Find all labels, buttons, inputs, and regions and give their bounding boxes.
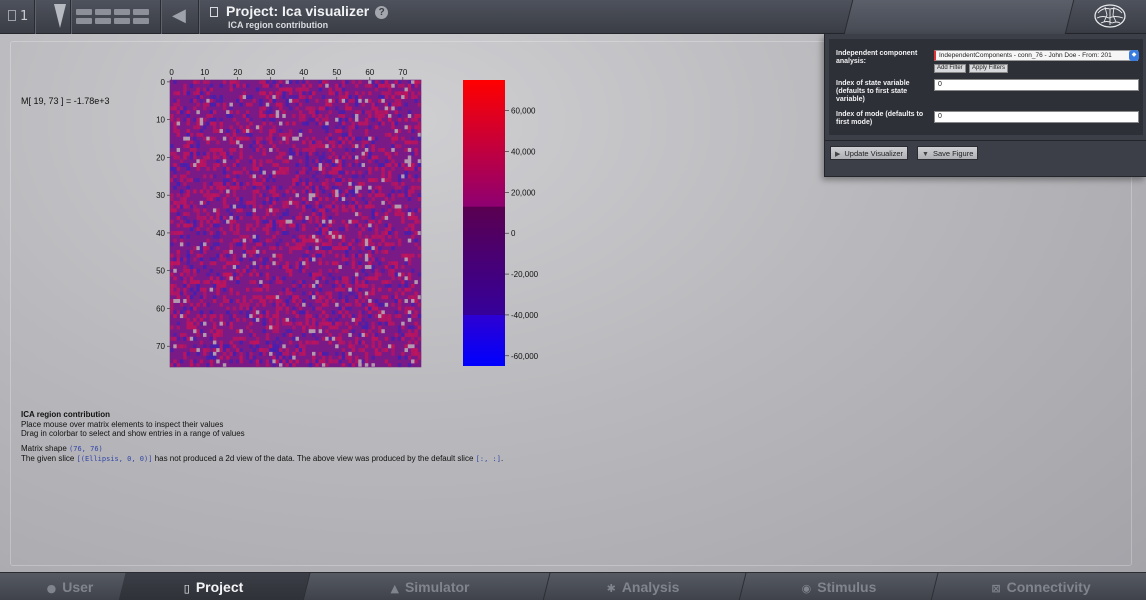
filter-fields: Independent component analysis: Independ… bbox=[829, 39, 1143, 135]
y-tick-label: 30 bbox=[156, 191, 165, 200]
select-arrow-icon[interactable]: ◆ bbox=[1129, 50, 1139, 61]
divider bbox=[160, 0, 161, 34]
colorbar-tick-label: 20,000 bbox=[511, 188, 536, 197]
document-icon: ▯ bbox=[183, 582, 191, 595]
filter-funnel-icon[interactable] bbox=[54, 4, 66, 28]
info-hint-drag: Drag in colorbar to select and show entr… bbox=[21, 429, 245, 438]
divider bbox=[70, 0, 71, 34]
page-title: Project: Ica visualizer? bbox=[210, 3, 389, 19]
info-hint-hover: Place mouse over matrix elements to insp… bbox=[21, 419, 224, 429]
nav-analysis[interactable]: ✱ Analysis bbox=[548, 573, 738, 600]
colorbar-selection[interactable] bbox=[463, 206, 505, 315]
page-subtitle: ICA region contribution bbox=[228, 20, 329, 30]
matrix-shape-value: (76, 76) bbox=[69, 444, 103, 453]
flask-icon: ▲ bbox=[390, 582, 399, 595]
y-tick-label: 10 bbox=[156, 116, 165, 125]
apply-filters-button[interactable]: Apply Filters bbox=[969, 64, 1009, 73]
nav-project[interactable]: ▯ Project bbox=[118, 573, 310, 600]
nav-simulator[interactable]: ▲ Simulator bbox=[320, 573, 540, 600]
x-tick-label: 70 bbox=[398, 68, 407, 77]
document-icon bbox=[210, 7, 218, 17]
x-tick-label: 0 bbox=[169, 68, 174, 77]
default-slice-code: [:, :] bbox=[475, 455, 501, 463]
back-arrow-icon[interactable]: ◀ bbox=[172, 5, 186, 26]
top-bar: 1 ◀ Project: Ica visualizer? ICA region … bbox=[0, 0, 1146, 34]
document-icon bbox=[8, 10, 16, 21]
x-tick-label: 20 bbox=[233, 68, 242, 77]
divider bbox=[198, 0, 199, 34]
x-tick-label: 10 bbox=[200, 68, 209, 77]
nav-stimulus[interactable]: ◉ Stimulus bbox=[744, 573, 934, 600]
nav-connectivity[interactable]: ⊠ Connectivity bbox=[936, 573, 1146, 600]
y-tick-label: 70 bbox=[156, 342, 165, 351]
colorbar[interactable]: 60,000 40,000 20,000 0 -20,000 -40,000 -60,000 bbox=[450, 70, 560, 370]
pin-icon: ◉ bbox=[801, 582, 812, 595]
x-tick-label: 40 bbox=[299, 68, 308, 77]
matrix-shape-line: Matrix shape (76, 76) bbox=[21, 443, 103, 453]
x-tick-label: 30 bbox=[266, 68, 275, 77]
save-figure-button[interactable]: ▼ Save Figure bbox=[917, 146, 979, 160]
toolbar-tab[interactable] bbox=[843, 0, 1075, 34]
slice-note: The given slice [(Ellipsis, 0, 0)] has n… bbox=[21, 454, 504, 463]
nav-user[interactable]: ● User bbox=[20, 573, 120, 600]
add-filter-button[interactable]: Add Filter bbox=[934, 64, 966, 73]
grid-view-icon[interactable] bbox=[76, 9, 152, 25]
project-number[interactable]: 1 bbox=[8, 9, 28, 24]
title-block: Project: Ica visualizer? ICA region cont… bbox=[210, 3, 389, 30]
hover-value-readout: M[ 19, 73 ] = -1.78e+3 bbox=[21, 96, 110, 106]
y-tick-label: 50 bbox=[156, 267, 165, 276]
network-icon: ⊠ bbox=[991, 582, 1001, 595]
state-var-label: Index of state variable (defaults to fir… bbox=[836, 80, 910, 103]
x-tick-label: 60 bbox=[365, 68, 374, 77]
colorbar-tick-label: 0 bbox=[511, 229, 516, 238]
help-icon[interactable]: ? bbox=[375, 6, 389, 19]
state-var-input[interactable]: 0 bbox=[934, 79, 1139, 91]
mode-input[interactable]: 0 bbox=[934, 111, 1139, 123]
colorbar-tick-label: 60,000 bbox=[511, 107, 536, 116]
gear-icon: ✱ bbox=[606, 582, 616, 595]
update-visualizer-button[interactable]: ▶ Update Visualizer bbox=[830, 146, 909, 160]
colorbar-tick-label: -40,000 bbox=[511, 311, 539, 320]
matrix-plot[interactable]: 0 10 20 30 40 50 60 70 0 10 20 30 40 50 60 70 bbox=[140, 62, 440, 372]
user-icon: ● bbox=[46, 582, 57, 595]
slice-code: [(Ellipsis, 0, 0)] bbox=[76, 455, 153, 463]
mode-label: Index of mode (defaults to first mode) bbox=[836, 111, 924, 126]
play-icon: ▶ bbox=[835, 151, 841, 158]
ica-select[interactable]: IndependentComponents - conn_76 - John D… bbox=[934, 50, 1138, 61]
info-title: ICA region contribution bbox=[21, 410, 111, 419]
colorbar-tick-label: -60,000 bbox=[511, 352, 539, 361]
divider bbox=[825, 140, 1146, 141]
y-tick-label: 0 bbox=[161, 78, 166, 87]
ica-label: Independent component analysis: bbox=[836, 50, 918, 65]
x-tick-label: 50 bbox=[332, 68, 341, 77]
colorbar-tick-label: 40,000 bbox=[511, 148, 536, 157]
colorbar-tick-label: -20,000 bbox=[511, 270, 539, 279]
y-tick-label: 60 bbox=[156, 304, 165, 313]
divider bbox=[34, 0, 35, 34]
filter-panel: Independent component analysis: Independ… bbox=[824, 34, 1146, 177]
bottom-nav: ● User ▯ Project ▲ Simulator ✱ Analysis ◉ Sti… bbox=[0, 572, 1146, 600]
y-tick-label: 20 bbox=[156, 153, 165, 162]
matrix-cells[interactable] bbox=[170, 80, 422, 368]
y-tick-label: 40 bbox=[156, 229, 165, 238]
info-text: ICA region contribution Place mouse over… bbox=[21, 410, 503, 465]
save-icon: ▼ bbox=[922, 151, 929, 158]
brain-logo-icon bbox=[1094, 4, 1126, 28]
